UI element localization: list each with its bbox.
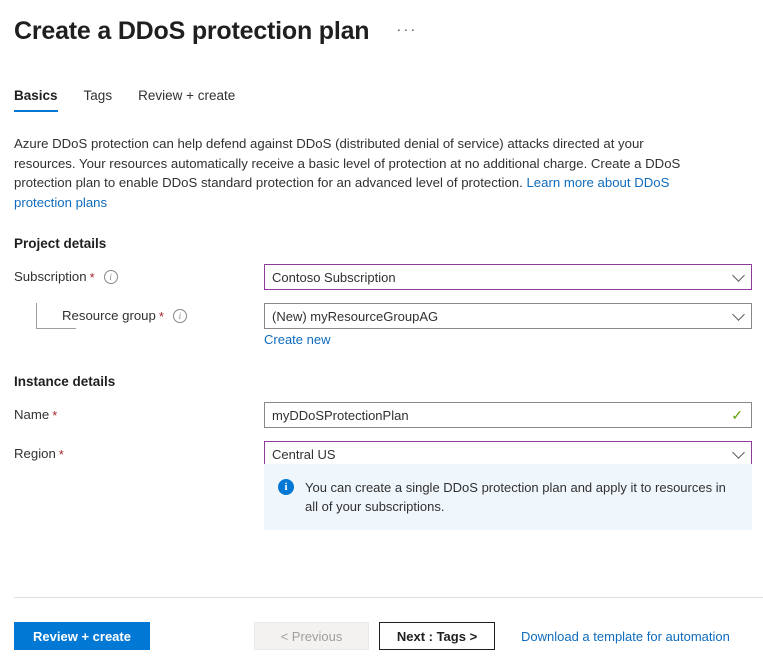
tab-tags[interactable]: Tags bbox=[84, 88, 113, 112]
info-banner-text: You can create a single DDoS protection … bbox=[305, 478, 736, 516]
info-icon[interactable]: i bbox=[173, 309, 187, 323]
checkmark-icon: ✓ bbox=[731, 408, 743, 422]
footer-bar: Review + create < Previous Next : Tags >… bbox=[0, 622, 763, 650]
label-region-text: Region bbox=[14, 441, 56, 467]
tab-bar: Basics Tags Review + create bbox=[0, 82, 763, 112]
region-value: Central US bbox=[272, 447, 336, 462]
field-subscription: Contoso Subscription bbox=[264, 264, 752, 290]
next-tags-button[interactable]: Next : Tags > bbox=[379, 622, 495, 650]
info-circle-icon: i bbox=[278, 479, 294, 495]
field-resource-group: (New) myResourceGroupAG Create new bbox=[264, 303, 752, 347]
previous-button[interactable]: < Previous bbox=[254, 622, 369, 650]
required-indicator: * bbox=[159, 310, 164, 323]
form-row-subscription: Subscription * i Contoso Subscription bbox=[14, 264, 763, 290]
chevron-down-icon bbox=[732, 269, 745, 282]
label-region: Region * bbox=[14, 441, 264, 467]
label-name-text: Name bbox=[14, 402, 49, 428]
page-title: Create a DDoS protection plan bbox=[14, 18, 369, 46]
download-template-link[interactable]: Download a template for automation bbox=[521, 629, 730, 644]
label-name: Name * bbox=[14, 402, 264, 428]
chevron-down-icon bbox=[732, 446, 745, 459]
review-create-button[interactable]: Review + create bbox=[14, 622, 150, 650]
subscription-value: Contoso Subscription bbox=[272, 270, 396, 285]
tab-basics[interactable]: Basics bbox=[14, 88, 58, 112]
resource-group-value: (New) myResourceGroupAG bbox=[272, 309, 438, 324]
section-heading-project-details: Project details bbox=[14, 236, 763, 251]
info-icon[interactable]: i bbox=[104, 270, 118, 284]
page-header: Create a DDoS protection plan ··· bbox=[0, 0, 763, 52]
label-subscription: Subscription * i bbox=[14, 264, 264, 290]
create-new-resource-group-link[interactable]: Create new bbox=[264, 332, 330, 347]
more-menu-icon[interactable]: ··· bbox=[393, 18, 420, 47]
section-heading-instance-details: Instance details bbox=[14, 374, 763, 389]
form-row-resource-group: Resource group * i (New) myResourceGroup… bbox=[14, 303, 763, 347]
description-paragraph: Azure DDoS protection can help defend ag… bbox=[0, 134, 740, 212]
form-area: Project details Subscription * i Contoso… bbox=[0, 236, 763, 467]
tab-review-create[interactable]: Review + create bbox=[138, 88, 235, 112]
label-resource-group-text: Resource group bbox=[62, 303, 156, 329]
footer-divider bbox=[14, 597, 763, 598]
required-indicator: * bbox=[90, 271, 95, 284]
field-name: myDDoSProtectionPlan ✓ bbox=[264, 402, 752, 428]
form-row-name: Name * myDDoSProtectionPlan ✓ bbox=[14, 402, 763, 428]
label-resource-group: Resource group * i bbox=[14, 303, 264, 329]
info-banner: i You can create a single DDoS protectio… bbox=[264, 464, 752, 530]
label-subscription-text: Subscription bbox=[14, 264, 87, 290]
required-indicator: * bbox=[59, 448, 64, 461]
chevron-down-icon bbox=[732, 308, 745, 321]
name-input[interactable]: myDDoSProtectionPlan ✓ bbox=[264, 402, 752, 428]
subscription-dropdown[interactable]: Contoso Subscription bbox=[264, 264, 752, 290]
name-value: myDDoSProtectionPlan bbox=[272, 408, 409, 423]
required-indicator: * bbox=[52, 409, 57, 422]
resource-group-dropdown[interactable]: (New) myResourceGroupAG bbox=[264, 303, 752, 329]
